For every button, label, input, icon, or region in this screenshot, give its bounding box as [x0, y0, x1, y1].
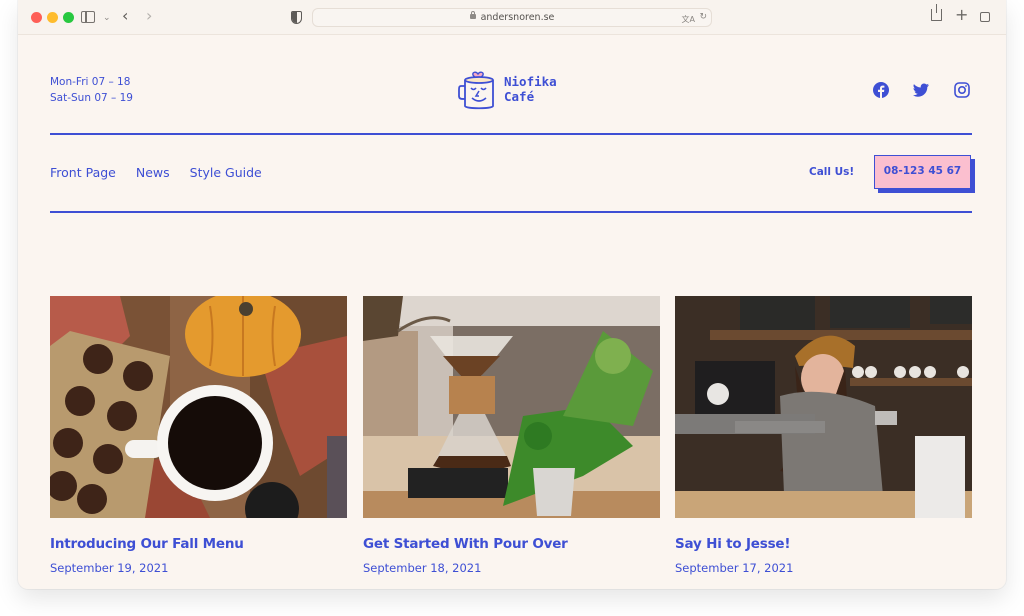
new-tab-icon[interactable]: + — [955, 7, 968, 23]
post-date: September 18, 2021 — [363, 561, 482, 575]
reload-icon[interactable]: ↻ — [699, 9, 707, 26]
header-divider-top — [50, 133, 972, 135]
post-title[interactable]: Say Hi to Jesse! — [675, 536, 972, 552]
forward-icon[interactable]: › — [146, 8, 152, 24]
post-card: Say Hi to Jesse! September 17, 2021 — [675, 296, 972, 575]
browser-toolbar: ⌄ ‹ › andersnoren.se 文A ↻ + — [18, 0, 1006, 35]
lock-icon — [469, 11, 476, 19]
sidebar-icon[interactable] — [81, 11, 95, 23]
post-title[interactable]: Introducing Our Fall Menu — [50, 536, 347, 552]
post-image-fall-menu[interactable] — [47, 291, 347, 536]
header-divider-bottom — [50, 211, 972, 213]
site-logo[interactable]: Niofika Café — [458, 66, 557, 112]
privacy-shield-icon[interactable] — [291, 11, 302, 24]
translate-icon[interactable]: 文A — [682, 11, 695, 28]
tab-overview-icon[interactable] — [977, 9, 990, 22]
hours-weekend: Sat-Sun 07 – 19 — [50, 92, 133, 104]
page-content: Mon-Fri 07 – 18 Sat-Sun 07 – 19 Niofika … — [18, 36, 1006, 589]
instagram-icon[interactable] — [954, 82, 970, 98]
minimize-window-button[interactable] — [47, 12, 58, 23]
share-icon[interactable] — [931, 4, 942, 21]
nav-item-front-page[interactable]: Front Page — [50, 165, 116, 180]
facebook-icon[interactable] — [873, 82, 889, 98]
site-name-line1: Niofika — [504, 74, 557, 89]
back-icon[interactable]: ‹ — [122, 8, 128, 24]
browser-window: ⌄ ‹ › andersnoren.se 文A ↻ + Mon-Fri 07 –… — [18, 0, 1006, 589]
nav-item-style-guide[interactable]: Style Guide — [190, 165, 262, 180]
phone-number-button[interactable]: 08-123 45 67 — [874, 155, 971, 189]
chevron-down-icon[interactable]: ⌄ — [103, 11, 111, 25]
nav-item-news[interactable]: News — [136, 165, 170, 180]
mug-logo-icon — [458, 71, 494, 110]
post-title[interactable]: Get Started With Pour Over — [363, 536, 660, 552]
url-text: andersnoren.se — [480, 12, 555, 23]
post-date: September 19, 2021 — [50, 561, 169, 575]
close-window-button[interactable] — [31, 12, 42, 23]
post-card: Get Started With Pour Over September 18,… — [363, 296, 660, 575]
zoom-window-button[interactable] — [63, 12, 74, 23]
address-bar[interactable]: andersnoren.se 文A ↻ — [312, 8, 712, 27]
site-name-line2: Café — [504, 89, 535, 104]
call-us-label: Call Us! — [809, 166, 855, 178]
main-navigation: Front Page News Style Guide — [50, 165, 262, 180]
opening-hours: Mon-Fri 07 – 18 Sat-Sun 07 – 19 — [50, 74, 133, 106]
site-name: Niofika Café — [504, 74, 557, 104]
post-image-pour-over[interactable] — [363, 296, 660, 518]
twitter-icon[interactable] — [913, 82, 929, 98]
post-image-jesse[interactable] — [675, 296, 972, 518]
post-date: September 17, 2021 — [675, 561, 794, 575]
post-card: Introducing Our Fall Menu September 19, … — [47, 291, 347, 575]
hours-weekdays: Mon-Fri 07 – 18 — [50, 76, 131, 88]
